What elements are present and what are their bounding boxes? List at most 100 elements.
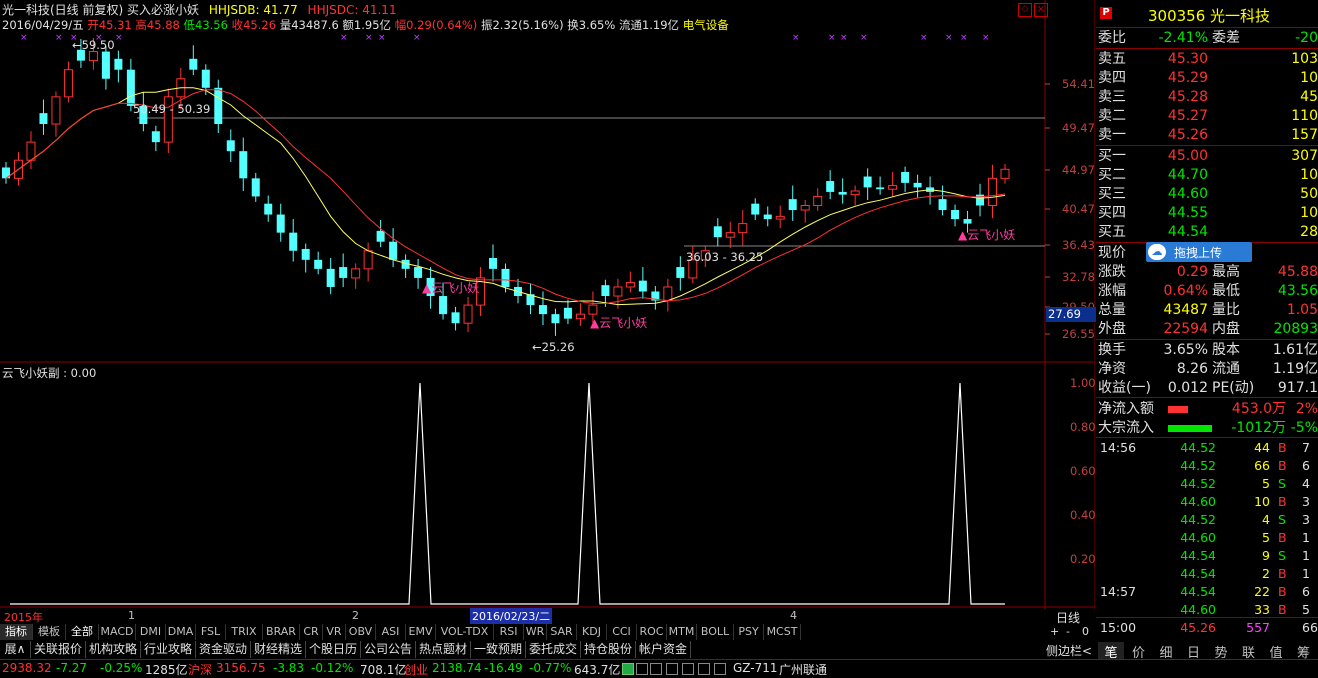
- chart-options-icon[interactable]: ◇: [1018, 3, 1032, 17]
- stock-code: 300356: [1148, 7, 1206, 25]
- candle-body: [763, 214, 772, 220]
- indicator-tab-bar: 指标 模板 全部 MACD DMI DMA FSL TRIX BRAR CR VR OBV ASI EMV…: [0, 624, 1045, 641]
- zoom-in-button[interactable]: +: [1050, 625, 1059, 638]
- info-link[interactable]: 资金驱动: [196, 641, 251, 658]
- candle-body: [725, 232, 735, 238]
- tick-count: 3: [1302, 494, 1310, 509]
- ask-label: 卖三: [1098, 89, 1126, 105]
- candle-body: [63, 69, 73, 98]
- hs-label: 沪深: [188, 663, 213, 677]
- indicator-tab[interactable]: PSY: [734, 624, 764, 640]
- candle-body: [26, 141, 36, 161]
- stat-row: 涨跌 0.29 最高 45.88: [1098, 263, 1318, 282]
- candle-body: [189, 58, 198, 70]
- info-link[interactable]: 热点题材: [416, 641, 471, 658]
- ask-volume: 103: [1291, 51, 1318, 67]
- connection-icon[interactable]: [622, 663, 634, 675]
- zoom-reset-button[interactable]: 0: [1082, 625, 1089, 638]
- tick-price: 44.54: [1180, 566, 1216, 581]
- indicator-tab[interactable]: MTM: [667, 624, 697, 640]
- info-link[interactable]: 公司公告: [361, 641, 416, 658]
- indicator-tab[interactable]: EMV: [406, 624, 436, 640]
- indicator-tab[interactable]: CCI: [607, 624, 637, 640]
- candle-body: [826, 181, 835, 192]
- indicator-tab[interactable]: FSL: [196, 624, 226, 640]
- hs-percent: -0.12%: [311, 661, 354, 675]
- kline-chart[interactable]: × × × × × × × × × × × × × × × × ×: [0, 0, 1095, 610]
- indicator-tab[interactable]: ROC: [637, 624, 667, 640]
- indicator-tab[interactable]: BOLL: [697, 624, 734, 640]
- indicator-tab[interactable]: 指标: [0, 624, 33, 640]
- indicator-tab[interactable]: 模板: [33, 624, 66, 640]
- price-axis-label: 32.78: [1062, 270, 1095, 284]
- indicator-tab[interactable]: CR: [300, 624, 323, 640]
- stat-row: 外盘 22594 内盘 20893: [1098, 320, 1318, 339]
- info-link-bar: 展∧ 关联报价 机构攻略 行业攻略 资金驱动 财经精选 个股日历 公司公告 热点题材 一致预期 委托…: [0, 641, 1045, 658]
- signal-marker: ×: [982, 33, 990, 43]
- tick-volume: 5: [1262, 476, 1270, 491]
- volume-icon[interactable]: [698, 663, 710, 675]
- settings-icon[interactable]: [682, 663, 694, 675]
- info-link[interactable]: 委托成交: [526, 641, 581, 658]
- indicator-tab[interactable]: VR: [323, 624, 346, 640]
- stock-code-name: 300356 光一科技: [1148, 5, 1270, 26]
- info-link[interactable]: 展∧: [0, 641, 31, 658]
- lock-icon[interactable]: [666, 663, 678, 675]
- sub-axis-label: 0.60: [1070, 464, 1096, 478]
- indicator-tab[interactable]: DMI: [136, 624, 166, 640]
- divider: [1096, 437, 1318, 438]
- info-link[interactable]: 帐户资金: [636, 641, 691, 658]
- stat-value: 3.65%: [1163, 342, 1208, 358]
- time-label-m1: 1: [128, 609, 135, 622]
- indicator-tab[interactable]: OBV: [346, 624, 376, 640]
- indicator-tab[interactable]: WR: [524, 624, 547, 640]
- candle-body: [214, 87, 223, 125]
- zoom-out-button[interactable]: -: [1066, 625, 1070, 638]
- bid-label: 买二: [1098, 167, 1126, 183]
- time-axis: 2015年 1 2 2016/02/23/二 4: [0, 608, 1045, 624]
- divider: [1096, 48, 1318, 49]
- tick-side: B: [1278, 440, 1287, 455]
- indicator-tab[interactable]: RSI: [494, 624, 524, 640]
- stat-row: 涨幅 0.64% 最低 43.56: [1098, 282, 1318, 301]
- chat-icon[interactable]: [714, 663, 726, 675]
- info-link[interactable]: 行业攻略: [141, 641, 196, 658]
- bar-date: 2016/04/29/五: [2, 18, 84, 32]
- info-link[interactable]: 个股日历: [306, 641, 361, 658]
- tick-volume: 9: [1262, 548, 1270, 563]
- period-label[interactable]: 日线: [1056, 609, 1080, 626]
- side-panel-toggle[interactable]: 侧边栏<: [1046, 642, 1092, 659]
- stat-value: 1.05: [1286, 302, 1318, 318]
- info-link[interactable]: 关联报价: [31, 641, 86, 658]
- bid-row: 买一 45.00 307: [1098, 147, 1318, 166]
- stat-label: 总量: [1098, 302, 1126, 318]
- candle-body: [963, 219, 972, 224]
- close-value: 收45.26: [231, 18, 277, 32]
- indicator-tab[interactable]: MACD: [99, 624, 136, 640]
- indicator-tab[interactable]: 全部: [66, 624, 99, 640]
- ask-price: 45.26: [1167, 127, 1208, 143]
- indicator-tab[interactable]: DMA: [166, 624, 196, 640]
- indicator-tab[interactable]: SAR: [547, 624, 577, 640]
- ask-row: 卖四 45.29 10: [1098, 69, 1318, 88]
- ask-volume: 45: [1300, 89, 1318, 105]
- indicator-tab[interactable]: KDJ: [577, 624, 607, 640]
- cy-percent: -0.77%: [529, 661, 572, 675]
- info-link[interactable]: 机构攻略: [86, 641, 141, 658]
- message-icon[interactable]: [636, 663, 648, 675]
- info-link[interactable]: 持仓股份: [581, 641, 636, 658]
- close-icon[interactable]: ×: [1034, 3, 1048, 17]
- info-link[interactable]: 财经精选: [251, 641, 306, 658]
- indicator-tab[interactable]: MCST: [764, 624, 801, 640]
- candle-body: [638, 280, 647, 292]
- drag-upload-button[interactable]: ☁ 拖拽上传: [1146, 242, 1252, 262]
- float-value: 流通1.19亿: [618, 18, 680, 32]
- indicator-tab[interactable]: ASI: [376, 624, 406, 640]
- indicator-tab[interactable]: VOL-TDX: [436, 624, 494, 640]
- p-icon[interactable]: P: [1100, 7, 1112, 19]
- alert-icon[interactable]: [650, 663, 662, 675]
- indicator-tab[interactable]: TRIX: [226, 624, 263, 640]
- cy-index: 2138.74: [432, 661, 482, 675]
- info-link[interactable]: 一致预期: [471, 641, 526, 658]
- indicator-tab[interactable]: BRAR: [263, 624, 300, 640]
